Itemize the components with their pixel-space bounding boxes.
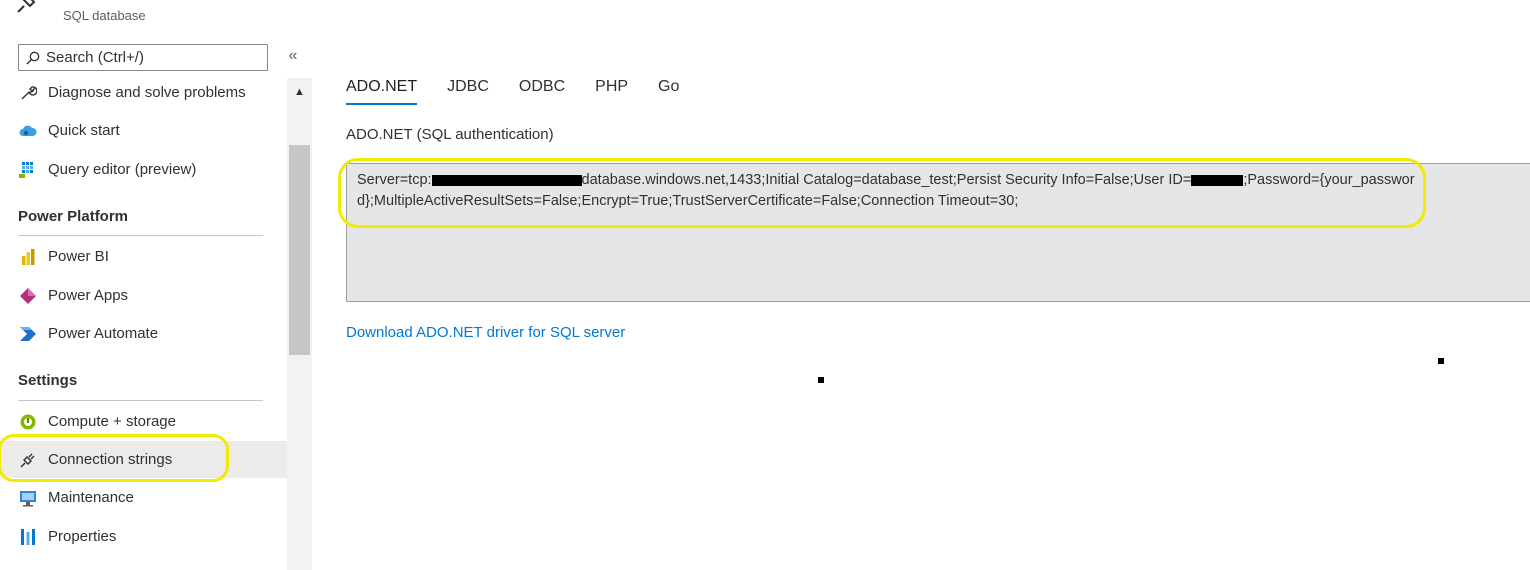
sidebar-item-diagnose[interactable]: Diagnose and solve problems <box>0 74 287 111</box>
section-title-power-platform: Power Platform <box>18 208 129 225</box>
main-content: ADO.NET JDBC ODBC PHP Go ADO.NET (SQL au… <box>312 30 1530 570</box>
tab-php[interactable]: PHP <box>595 78 628 105</box>
sidebar-item-label: Compute + storage <box>48 413 176 430</box>
sidebar-item-power-apps[interactable]: Power Apps <box>0 277 287 314</box>
sidebar-item-label: Power Apps <box>48 287 129 304</box>
wrench-icon <box>18 83 38 103</box>
sidebar-item-label: Properties <box>48 528 117 545</box>
redaction-bar <box>431 174 582 186</box>
tab-adonet[interactable]: ADO.NET <box>346 78 418 105</box>
plug-icon <box>17 0 36 13</box>
collapse-sidebar-button[interactable]: « <box>284 47 302 65</box>
sidebar-item-label: Maintenance <box>48 489 134 506</box>
cloud-icon <box>18 121 38 141</box>
connection-string-text[interactable]: Server=tcp: database.windows.net,1433;Ini… <box>357 170 1417 212</box>
maintenance-icon <box>18 488 38 508</box>
plug-icon <box>18 450 38 470</box>
sidebar-item-label: Connection strings <box>48 451 173 468</box>
sidebar-item-power-automate[interactable]: Power Automate <box>0 315 287 352</box>
download-driver-link[interactable]: Download ADO.NET driver for SQL server <box>346 324 625 341</box>
tab-odbc[interactable]: ODBC <box>519 78 565 105</box>
sidebar-item-power-bi[interactable]: Power BI <box>0 238 287 275</box>
connection-type-label: ADO.NET (SQL authentication) <box>346 126 554 143</box>
tab-jdbc[interactable]: JDBC <box>447 78 489 105</box>
search-icon <box>26 51 40 65</box>
conn-part: Server=tcp: <box>357 172 432 188</box>
search-input[interactable] <box>46 46 261 69</box>
sidebar-item-label: Quick start <box>48 122 120 139</box>
power-bi-icon <box>18 247 38 267</box>
power-apps-icon <box>18 286 38 306</box>
sidebar-item-label: Diagnose and solve problems <box>48 84 246 101</box>
divider <box>18 400 263 401</box>
blade-subtitle: SQL database <box>63 8 146 23</box>
sidebar-item-compute-storage[interactable]: Compute + storage <box>0 403 287 440</box>
sidebar-item-quick-start[interactable]: Quick start <box>0 112 287 149</box>
sidebar-item-maintenance[interactable]: Maintenance <box>0 479 287 516</box>
sidebar: « Diagnose and solve problems Quick star… <box>0 30 312 570</box>
sidebar-item-connection-strings[interactable]: Connection strings <box>0 441 287 478</box>
properties-icon <box>18 527 38 547</box>
conn-part: database.windows.net,1433;Initial Catalo… <box>581 172 1192 188</box>
scrollbar-thumb[interactable] <box>289 145 310 355</box>
section-title-settings: Settings <box>18 372 78 389</box>
sidebar-item-query-editor[interactable]: Query editor (preview) <box>0 151 287 188</box>
search-box[interactable] <box>18 44 268 71</box>
connection-string-box[interactable]: Server=tcp: database.windows.net,1433;Ini… <box>346 163 1530 302</box>
driver-tabs: ADO.NET JDBC ODBC PHP Go <box>346 78 709 105</box>
compute-storage-icon <box>18 412 38 432</box>
redaction-bar <box>1191 174 1244 186</box>
scroll-up-arrow[interactable]: ▲ <box>287 82 312 102</box>
grid-icon <box>18 160 38 180</box>
sidebar-item-label: Query editor (preview) <box>48 161 197 178</box>
artifact-dot <box>1438 358 1444 364</box>
blade-header: SQL database <box>0 0 1530 30</box>
tab-go[interactable]: Go <box>658 78 679 105</box>
divider <box>18 235 263 236</box>
power-automate-icon <box>18 324 38 344</box>
sidebar-item-label: Power Automate <box>48 325 159 342</box>
sidebar-item-label: Power BI <box>48 248 109 265</box>
artifact-dot <box>818 377 824 383</box>
sidebar-item-properties[interactable]: Properties <box>0 518 287 555</box>
